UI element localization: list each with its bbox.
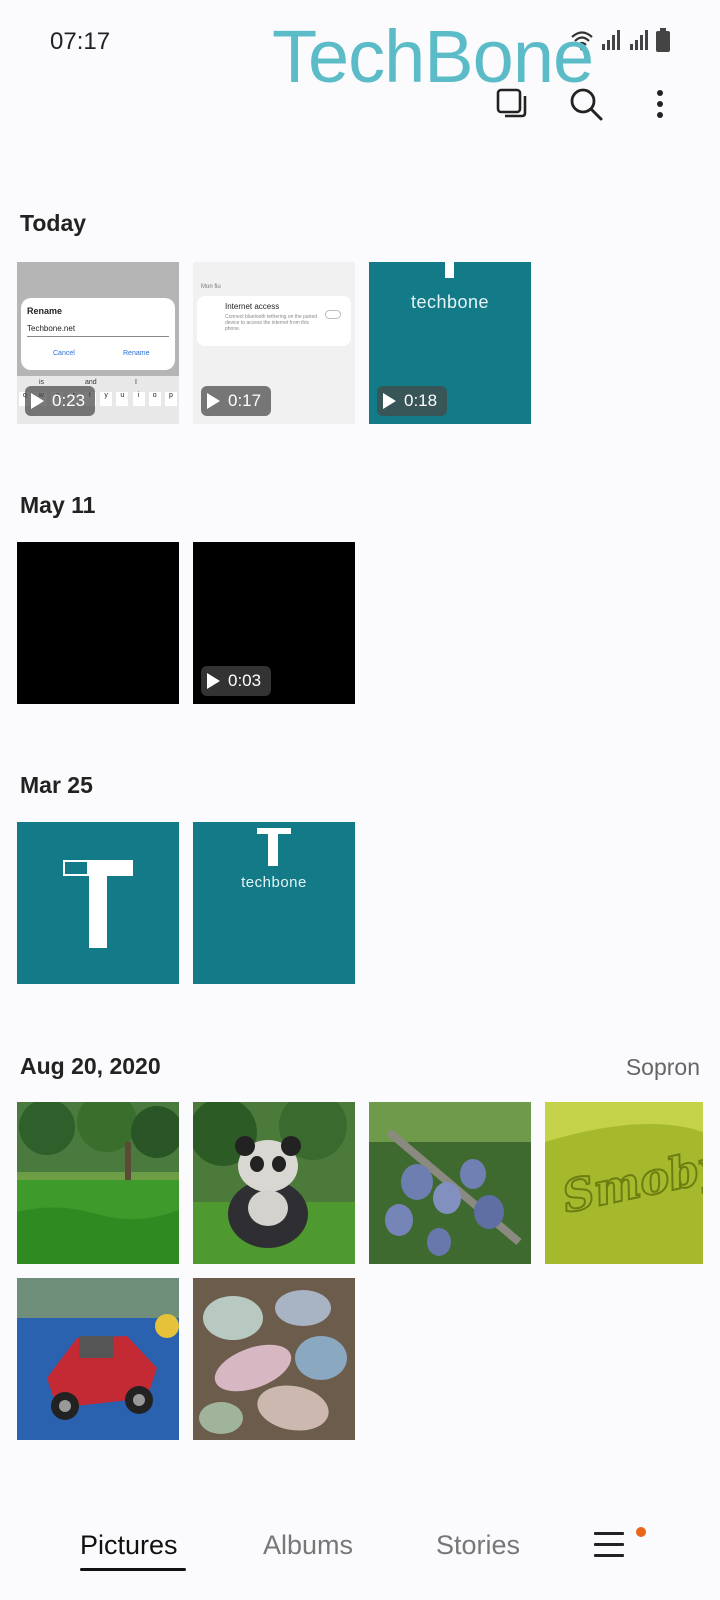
preview-field-line	[27, 336, 169, 337]
active-tab-indicator	[80, 1568, 186, 1571]
video-duration-badge: 0:17	[201, 386, 272, 416]
video-duration-badge: 0:18	[377, 386, 448, 416]
photo-thumbnail[interactable]	[369, 1102, 531, 1264]
tab-stories[interactable]: Stories	[436, 1530, 520, 1561]
notification-dot	[636, 1527, 646, 1537]
preview-dialog: Rename Techbone.net Cancel Rename	[21, 298, 175, 370]
battery-icon	[656, 28, 670, 52]
video-thumbnail[interactable]: Rename Techbone.net Cancel Rename is and…	[17, 262, 179, 424]
video-thumbnail[interactable]: Mon fiu Internet access Connect bluetoot…	[193, 262, 355, 424]
photo-thumbnail[interactable]	[17, 1278, 179, 1440]
preview-logo-mark	[445, 262, 454, 278]
preview-kb-key: o	[148, 392, 161, 406]
toolbar	[492, 84, 680, 124]
plums-photo	[369, 1102, 531, 1264]
signal-icon	[602, 30, 620, 50]
preview-rename: Rename	[123, 350, 150, 357]
preview-kb-word: I	[135, 379, 137, 386]
video-duration-badge: 0:23	[25, 386, 96, 416]
preview-logo-mark	[268, 828, 278, 866]
preview-dialog-title: Rename	[27, 306, 63, 316]
photo-thumbnail[interactable]	[193, 1102, 355, 1264]
play-icon	[383, 393, 396, 409]
grass-photo	[17, 1102, 179, 1264]
preview-cancel: Cancel	[53, 350, 75, 357]
search-icon[interactable]	[566, 84, 606, 124]
preview-setting-desc: Connect bluetooth tethering on the paire…	[225, 314, 318, 332]
preview-field-value: Techbone.net	[27, 324, 76, 333]
status-clock: 07:17	[50, 28, 111, 55]
photo-thumbnail[interactable]: T	[17, 822, 179, 984]
video-duration-badge: 0:03	[201, 666, 272, 696]
signal-icon	[630, 30, 648, 50]
video-duration: 0:03	[228, 671, 262, 690]
preview-setting-card: Internet access Connect bluetooth tether…	[197, 296, 351, 346]
preview-kb-word: is	[39, 379, 45, 386]
section-location: Sopron	[625, 1054, 700, 1080]
preview-logo-mark	[89, 860, 107, 948]
preview-header: Mon fiu	[201, 284, 221, 290]
section-date-may-11: May 11	[20, 492, 96, 518]
bottom-navigation: Pictures Albums Stories	[0, 1480, 720, 1600]
preview-kb-key: i	[132, 392, 145, 406]
section-date-mar-25: Mar 25	[20, 772, 93, 798]
preview-logo-mark	[63, 860, 87, 876]
preview-kb-word: and	[85, 379, 97, 386]
smoby-photo: Smoby	[545, 1102, 703, 1264]
preview-logo-text: techbone	[410, 292, 490, 312]
photo-thumbnail[interactable]: Smoby	[545, 1102, 703, 1264]
tab-albums[interactable]: Albums	[263, 1530, 353, 1561]
video-thumbnail[interactable]: techbone 0:18	[369, 262, 531, 424]
panda-photo	[193, 1102, 355, 1264]
section-date-aug-20-2020: Aug 20, 2020	[20, 1053, 161, 1079]
photo-thumbnail[interactable]	[17, 542, 179, 704]
toy-car-photo	[17, 1278, 179, 1440]
photo-thumbnail[interactable]	[193, 1278, 355, 1440]
play-icon	[207, 673, 220, 689]
video-duration: 0:18	[404, 391, 438, 410]
preview-kb-key: u	[116, 392, 129, 406]
section-date-today: Today	[20, 210, 87, 236]
chalk-photo	[193, 1278, 355, 1440]
tab-pictures[interactable]: Pictures	[80, 1530, 178, 1561]
more-options-icon[interactable]	[640, 84, 680, 124]
preview-kb-key: p	[164, 392, 177, 406]
video-duration: 0:23	[52, 391, 86, 410]
photo-thumbnail[interactable]	[17, 1102, 179, 1264]
preview-setting-title: Internet access	[225, 302, 280, 311]
video-duration: 0:17	[228, 391, 262, 410]
play-icon	[207, 393, 220, 409]
video-thumbnail[interactable]: 0:03	[193, 542, 355, 704]
preview-toggle	[325, 310, 341, 319]
preview-kb-key: y	[100, 392, 113, 406]
play-icon	[31, 393, 44, 409]
hamburger-menu-icon[interactable]	[594, 1532, 624, 1560]
photo-thumbnail[interactable]: T techbone	[193, 822, 355, 984]
preview-logo-text: techbone	[241, 874, 307, 891]
select-icon[interactable]	[492, 84, 532, 124]
